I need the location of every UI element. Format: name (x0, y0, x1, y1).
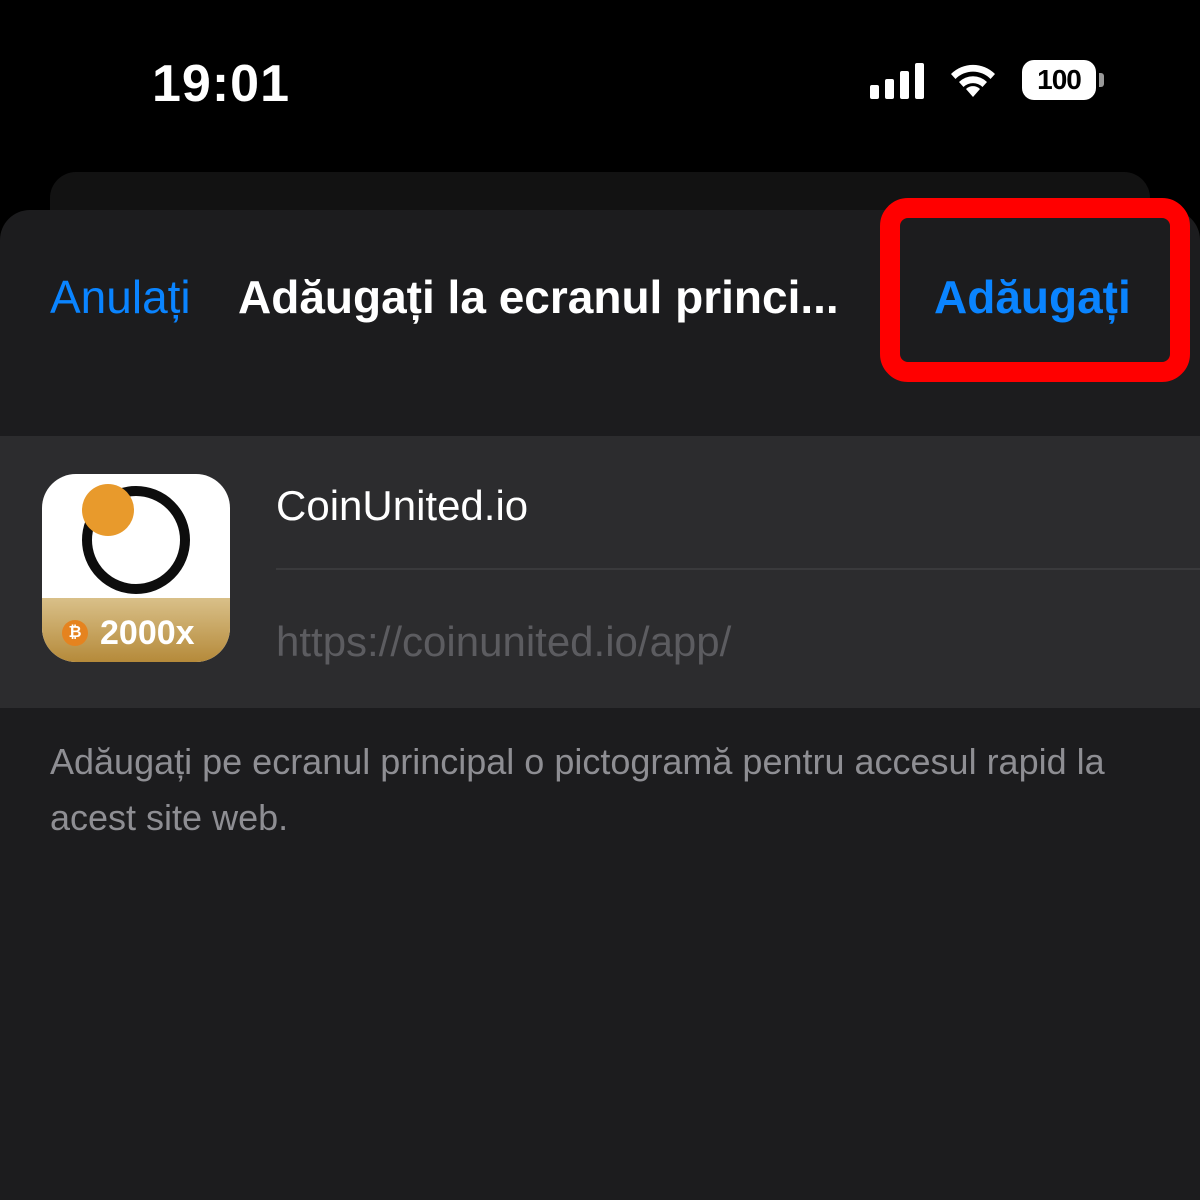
status-time: 19:01 (152, 55, 290, 113)
battery-level: 100 (1022, 60, 1096, 100)
app-icon-dot (82, 484, 134, 536)
highlight-annotation (880, 198, 1190, 382)
app-icon: ₿ 2000x (42, 474, 230, 662)
status-icons: 100 (870, 60, 1104, 100)
signal-icon (870, 61, 924, 99)
battery-icon: 100 (1022, 60, 1104, 100)
site-url: https://coinunited.io/app/ (276, 618, 732, 665)
bitcoin-icon: ₿ (62, 620, 88, 646)
cancel-button[interactable]: Anulați (50, 268, 191, 326)
field-divider (276, 568, 1200, 570)
sheet-title: Adăugați la ecranul princi... (238, 271, 839, 323)
screen: 19:01 100 Anulați Adăugați la ecranul pr… (0, 0, 1200, 1200)
description-text: Adăugați pe ecranul principal o pictogra… (50, 741, 1105, 838)
site-name-field[interactable]: CoinUnited.io (276, 480, 528, 532)
wifi-icon (948, 61, 998, 99)
app-icon-label: 2000x (100, 614, 195, 652)
